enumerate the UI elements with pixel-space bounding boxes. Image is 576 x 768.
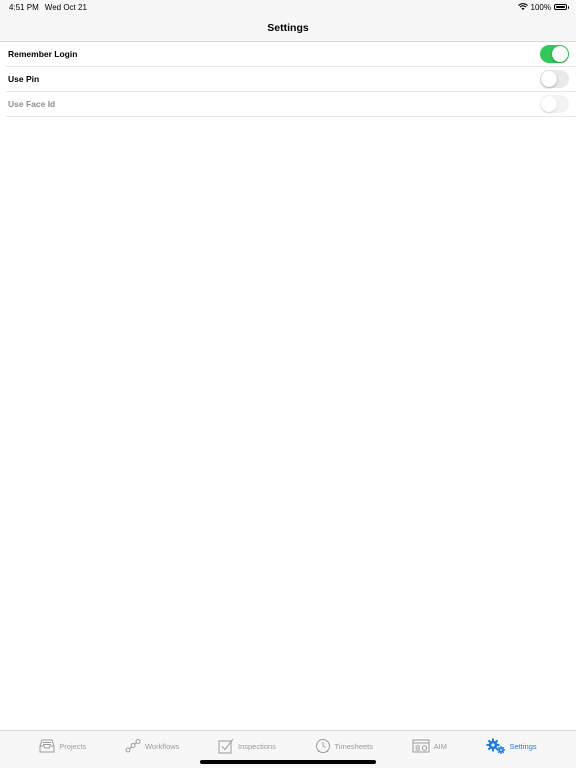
- use-pin-toggle[interactable]: [540, 70, 569, 88]
- gears-icon: [486, 738, 506, 754]
- setting-label: Use Face Id: [8, 99, 56, 109]
- nav-bar: Settings: [0, 14, 576, 42]
- tab-label: AIM: [433, 741, 447, 751]
- tab-workflows[interactable]: Workflows: [125, 737, 179, 755]
- setting-row-use-face-id: Use Face Id: [6, 92, 576, 117]
- tab-label: Inspections: [237, 741, 276, 751]
- workflow-icon: [125, 739, 141, 753]
- page-title: Settings: [267, 21, 309, 34]
- toggle-knob: [552, 46, 568, 62]
- setting-label: Use Pin: [8, 74, 40, 84]
- wifi-icon: [517, 2, 528, 12]
- setting-row-remember-login: Remember Login: [6, 42, 576, 67]
- status-right: 100%: [517, 2, 569, 12]
- tab-label: Workflows: [144, 741, 180, 751]
- status-time: 4:51 PM: [9, 2, 39, 12]
- tab-label: Timesheets: [334, 741, 374, 751]
- aim-icon: [412, 739, 430, 753]
- checkbox-icon: [218, 738, 234, 754]
- status-left: 4:51 PM Wed Oct 21: [9, 3, 87, 12]
- tab-label: Settings: [509, 741, 537, 751]
- battery-icon: [554, 4, 569, 10]
- inbox-icon: [39, 739, 55, 753]
- clock-icon: [315, 738, 331, 754]
- tab-label: Projects: [59, 741, 87, 751]
- tab-inspections[interactable]: Inspections: [218, 737, 276, 755]
- tab-projects[interactable]: Projects: [39, 737, 86, 755]
- battery-percent: 100%: [530, 2, 551, 12]
- tab-aim[interactable]: AIM: [412, 737, 447, 755]
- screen: 4:51 PM Wed Oct 21 100% Settings Remembe…: [0, 0, 576, 768]
- remember-login-toggle[interactable]: [540, 45, 569, 63]
- status-bar: 4:51 PM Wed Oct 21 100%: [0, 0, 576, 14]
- battery-level: [556, 6, 565, 8]
- tab-settings[interactable]: Settings: [486, 737, 537, 755]
- use-face-id-toggle: [540, 95, 569, 113]
- home-indicator[interactable]: [200, 760, 376, 764]
- settings-list: Remember Login Use Pin Use Face Id: [0, 42, 576, 117]
- toggle-knob: [541, 96, 557, 112]
- status-date: Wed Oct 21: [44, 2, 87, 12]
- setting-label: Remember Login: [8, 49, 78, 59]
- tab-timesheets[interactable]: Timesheets: [315, 737, 374, 755]
- setting-row-use-pin: Use Pin: [6, 67, 576, 92]
- toggle-knob: [541, 71, 557, 87]
